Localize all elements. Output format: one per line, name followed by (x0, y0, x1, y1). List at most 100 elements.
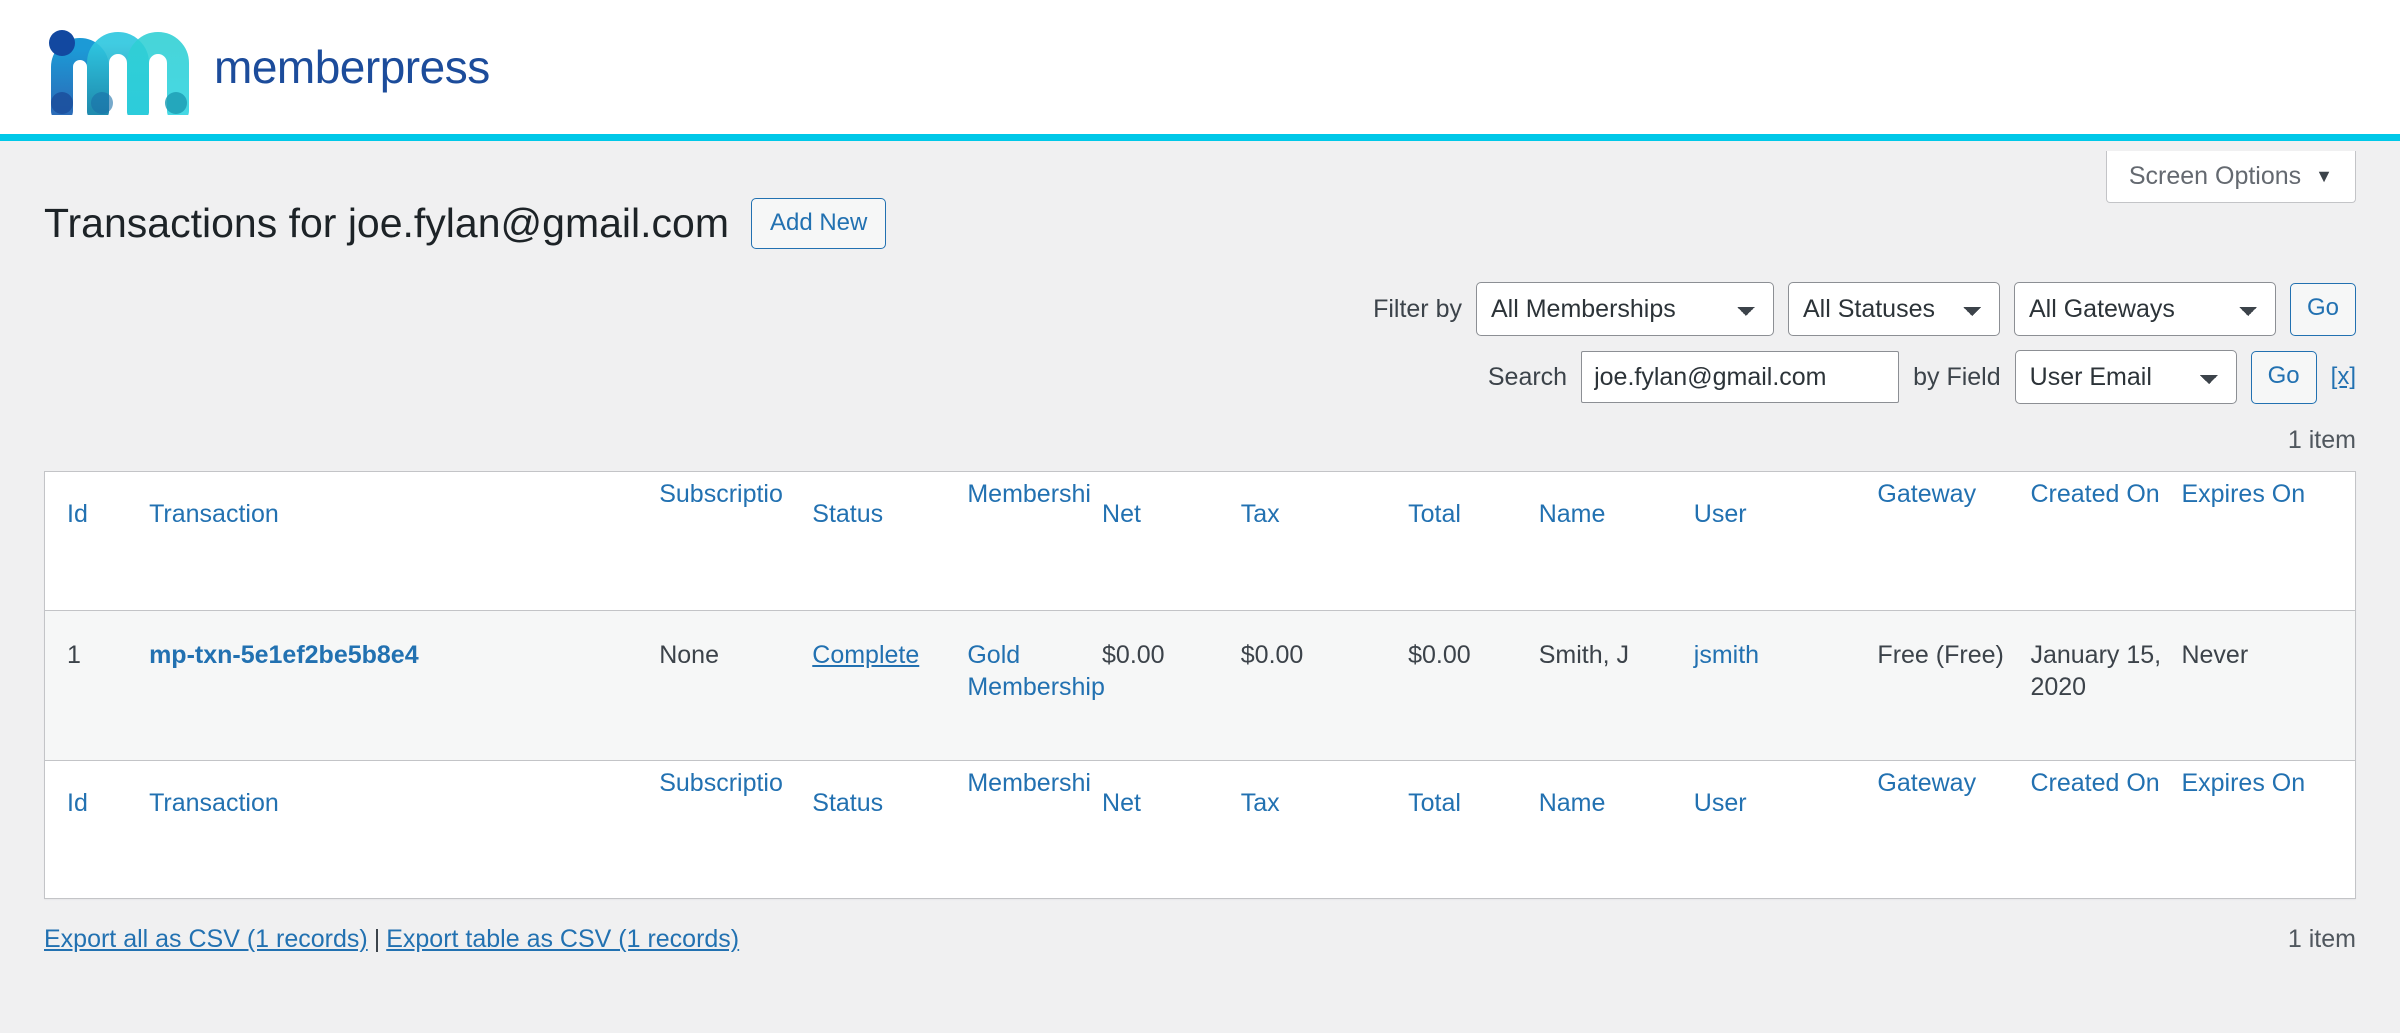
footer-column-header-expires-on[interactable]: Expires On (2181, 759, 2355, 899)
status-link[interactable]: Complete (812, 641, 919, 669)
footer-column-label-total: Total (1408, 788, 1461, 817)
membership-link[interactable]: Gold Membership (967, 641, 1105, 701)
footer-column-label-user: User (1693, 788, 1747, 817)
table-head: Id Transaction Subscriptio Status Member… (45, 472, 2355, 611)
column-header-tax[interactable]: Tax (1240, 472, 1409, 611)
column-label-id: Id (67, 500, 88, 529)
footer-column-header-tax[interactable]: Tax (1240, 759, 1409, 899)
column-header-membership[interactable]: Membershi (967, 472, 1103, 611)
transactions-table-wrapper: Id Transaction Subscriptio Status Member… (44, 471, 2356, 900)
footer-column-header-subscription[interactable]: Subscriptio (659, 759, 813, 899)
footer-column-header-status[interactable]: Status (812, 759, 968, 899)
column-label-name: Name (1538, 500, 1606, 529)
column-label-tax: Tax (1240, 500, 1280, 529)
column-header-subscription[interactable]: Subscriptio (659, 472, 813, 611)
search-go-button[interactable]: Go (2250, 350, 2317, 404)
column-header-user[interactable]: User (1693, 472, 1878, 611)
column-label-transaction: Transaction (149, 500, 279, 529)
footer-column-header-created-on[interactable]: Created On (2030, 759, 2182, 899)
gateway-filter-select[interactable]: All Gateways (2013, 282, 2276, 337)
table-footer: Export all as CSV (1 records) | Export tab… (44, 925, 2356, 954)
status-filter-select[interactable]: All Statuses (1787, 282, 2000, 337)
cell-created-on: January 15, 2020 (2030, 609, 2182, 761)
filter-go-button[interactable]: Go (2289, 282, 2356, 336)
table-row: 1 mp-txn-5e1ef2be5b8e4 None Complete Gol… (45, 609, 2355, 761)
footer-column-header-total[interactable]: Total (1408, 759, 1539, 899)
column-header-transaction[interactable]: Transaction (149, 472, 660, 611)
footer-column-header-gateway[interactable]: Gateway (1877, 759, 2031, 899)
footer-column-header-membership[interactable]: Membershi (967, 759, 1103, 899)
footer-column-header-net[interactable]: Net (1102, 759, 1241, 899)
footer-column-label-expires-on: Expires On (2181, 768, 2306, 797)
column-header-id[interactable]: Id (45, 472, 150, 611)
transactions-table: Id Transaction Subscriptio Status Member… (45, 472, 2355, 899)
page-title: Transactions for joe.fylan@gmail.com (44, 200, 729, 246)
cell-subscription: None (659, 609, 813, 761)
footer-column-label-membership: Membershi (967, 768, 1091, 797)
column-header-status[interactable]: Status (812, 472, 968, 611)
table-body: 1 mp-txn-5e1ef2be5b8e4 None Complete Gol… (45, 609, 2355, 761)
column-header-name[interactable]: Name (1538, 472, 1694, 611)
add-new-button[interactable]: Add New (750, 198, 887, 250)
item-count-top: 1 item (2287, 426, 2356, 455)
cell-status: Complete (812, 609, 968, 761)
column-label-membership: Membershi (967, 480, 1091, 509)
accent-rule (0, 134, 2400, 141)
cell-expires-on: Never (2181, 609, 2355, 761)
column-label-user: User (1693, 500, 1747, 529)
footer-column-label-name: Name (1538, 788, 1606, 817)
export-all-csv-link[interactable]: Export all as CSV (1 records) (44, 925, 368, 953)
chevron-down-icon: ▼ (2315, 166, 2333, 186)
column-header-net[interactable]: Net (1102, 472, 1241, 611)
memberpress-logo: memberpress (44, 19, 490, 115)
cell-net: $0.00 (1102, 609, 1241, 761)
filter-row: Filter by All Memberships All Statuses A… (44, 282, 2356, 337)
search-label: Search (1487, 362, 1568, 391)
screen-options-label: Screen Options (2128, 162, 2302, 190)
search-row: Search by Field User Email Go [x] (44, 350, 2356, 405)
cell-tax: $0.00 (1240, 609, 1409, 761)
transaction-link[interactable]: mp-txn-5e1ef2be5b8e4 (149, 641, 419, 669)
footer-column-label-net: Net (1102, 788, 1141, 817)
by-field-label: by Field (1913, 362, 2001, 391)
column-header-total[interactable]: Total (1408, 472, 1539, 611)
footer-column-label-created-on: Created On (2030, 768, 2160, 797)
cell-id: 1 (45, 609, 150, 761)
title-row: Transactions for joe.fylan@gmail.com Add… (44, 141, 2356, 250)
cell-name: Smith, J (1538, 609, 1694, 761)
filter-by-label: Filter by (1373, 294, 1462, 323)
column-label-total: Total (1408, 500, 1461, 529)
column-header-created-on[interactable]: Created On (2030, 472, 2182, 611)
footer-column-header-id[interactable]: Id (45, 759, 150, 899)
table-foot: Id Transaction Subscriptio Status Member… (45, 759, 2355, 899)
clear-search-link[interactable]: [x] (2331, 363, 2356, 391)
column-header-expires-on[interactable]: Expires On (2181, 472, 2355, 611)
column-label-gateway: Gateway (1877, 480, 1977, 509)
screen-options: Screen Options ▼ (2105, 151, 2356, 203)
export-table-csv-link[interactable]: Export table as CSV (1 records) (386, 925, 739, 953)
user-link[interactable]: jsmith (1694, 641, 1759, 669)
membership-filter-select[interactable]: All Memberships (1475, 282, 1774, 337)
column-label-status: Status (812, 500, 884, 529)
cell-membership: Gold Membership (967, 609, 1105, 761)
app-header: memberpress (0, 0, 2400, 134)
page-body: Screen Options ▼ Transactions for joe.fy… (0, 141, 2400, 954)
item-count-bottom: 1 item (2287, 925, 2356, 954)
column-label-created-on: Created On (2030, 480, 2160, 509)
column-label-subscription: Subscriptio (659, 480, 783, 509)
footer-column-header-name[interactable]: Name (1538, 759, 1694, 899)
screen-options-button[interactable]: Screen Options ▼ (2105, 151, 2356, 203)
column-header-gateway[interactable]: Gateway (1877, 472, 2031, 611)
search-input[interactable] (1581, 351, 1900, 404)
cell-transaction: mp-txn-5e1ef2be5b8e4 (149, 609, 660, 761)
header-row: Id Transaction Subscriptio Status Member… (45, 472, 2355, 611)
search-field-select[interactable]: User Email (2014, 350, 2237, 405)
footer-column-label-id: Id (67, 788, 88, 817)
footer-column-label-gateway: Gateway (1877, 768, 1977, 797)
footer-column-header-user[interactable]: User (1693, 759, 1878, 899)
column-label-expires-on: Expires On (2181, 480, 2306, 509)
column-label-net: Net (1102, 500, 1141, 529)
footer-column-header-transaction[interactable]: Transaction (149, 759, 660, 899)
footer-column-label-tax: Tax (1240, 788, 1280, 817)
export-links: Export all as CSV (1 records) | Export tab… (44, 925, 739, 954)
